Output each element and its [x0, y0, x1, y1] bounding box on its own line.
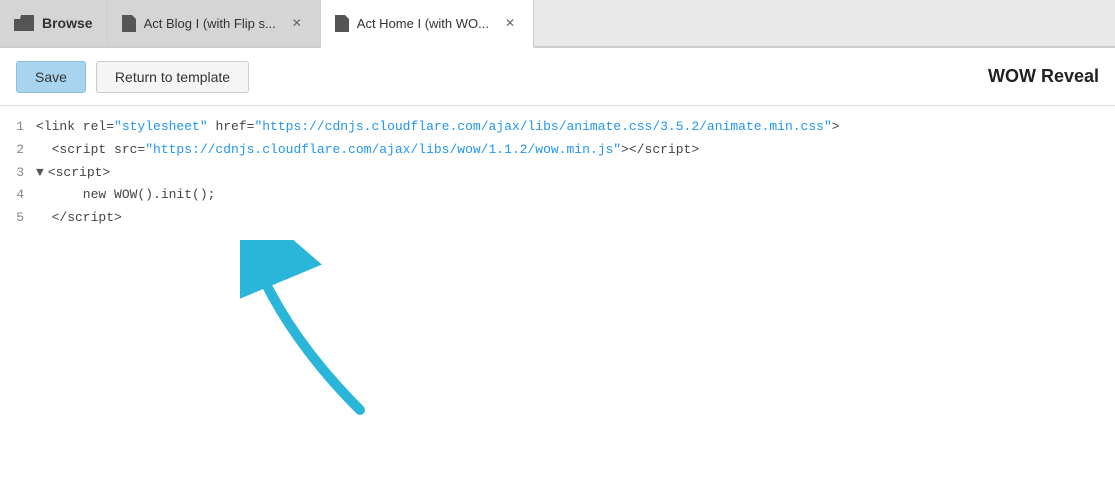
save-button[interactable]: Save	[16, 61, 86, 93]
toolbar: Save Return to template WOW Reveal	[0, 48, 1115, 106]
tab-home-label: Act Home I (with WO...	[357, 16, 489, 31]
tab-home-close[interactable]: ✕	[501, 14, 519, 32]
line-content-1: <link rel="stylesheet" href="https://cdn…	[36, 117, 840, 138]
tab-home[interactable]: Act Home I (with WO... ✕	[321, 0, 534, 48]
line-number-3: 3	[0, 163, 36, 184]
page-icon	[122, 15, 136, 32]
return-to-template-button[interactable]: Return to template	[96, 61, 249, 93]
code-line-3: 3 ▼<script>	[0, 162, 1115, 185]
line-number-2: 2	[0, 140, 36, 161]
line-content-4: new WOW().init();	[36, 185, 215, 206]
code-editor[interactable]: 1 <link rel="stylesheet" href="https://c…	[0, 106, 1115, 504]
code-line-1: 1 <link rel="stylesheet" href="https://c…	[0, 116, 1115, 139]
tab-blog-label: Act Blog I (with Flip s...	[144, 16, 276, 31]
tab-browse-label: Browse	[42, 15, 93, 31]
tab-bar: Browse Act Blog I (with Flip s... ✕ Act …	[0, 0, 1115, 48]
annotation-arrow	[240, 240, 400, 420]
line-content-3: ▼<script>	[36, 163, 110, 184]
code-line-4: 4 new WOW().init();	[0, 184, 1115, 207]
tab-blog[interactable]: Act Blog I (with Flip s... ✕	[108, 0, 321, 46]
page-title: WOW Reveal	[988, 66, 1099, 87]
line-content-2: <script src="https://cdnjs.cloudflare.co…	[36, 140, 699, 161]
tab-blog-close[interactable]: ✕	[288, 14, 306, 32]
page-icon	[335, 15, 349, 32]
folder-icon	[14, 15, 34, 31]
main-content: Save Return to template WOW Reveal 1 <li…	[0, 48, 1115, 504]
code-line-2: 2 <script src="https://cdnjs.cloudflare.…	[0, 139, 1115, 162]
line-number-1: 1	[0, 117, 36, 138]
annotation-arrow-container	[0, 230, 1115, 430]
line-content-5: </script>	[36, 208, 122, 229]
line-number-4: 4	[0, 185, 36, 206]
code-line-5: 5 </script>	[0, 207, 1115, 230]
tab-browse[interactable]: Browse	[0, 0, 108, 46]
line-number-5: 5	[0, 208, 36, 229]
